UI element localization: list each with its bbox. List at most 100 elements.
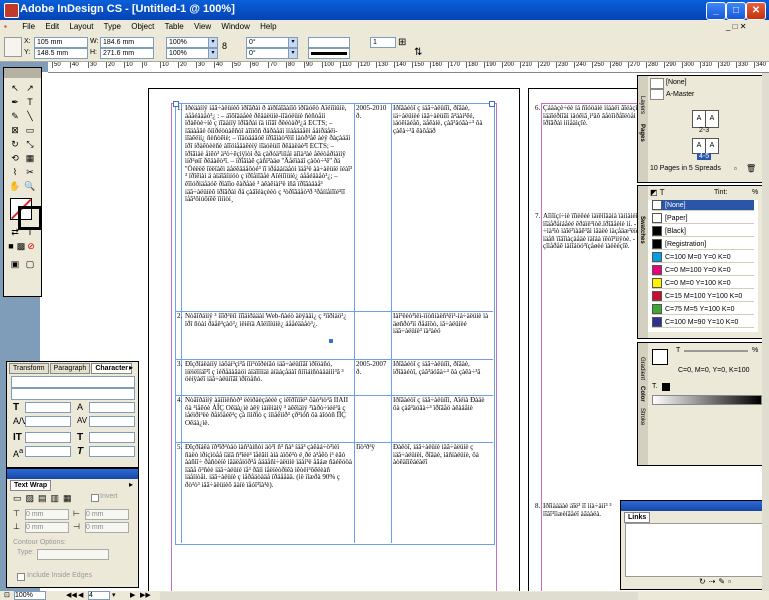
leading-field[interactable]: [89, 402, 135, 413]
doc-window-controls[interactable]: _ □ ✕: [722, 20, 750, 33]
line-tool-icon[interactable]: ╲: [23, 110, 37, 122]
selection-center[interactable]: [329, 339, 333, 343]
page-thumb[interactable]: A: [692, 110, 706, 128]
tab-layers[interactable]: Layers: [639, 96, 645, 114]
table-cell-resp[interactable]: Ïàî³ëèò³ïëì-ïíòñíàëñ³ëì³-ìà÷àëüíè ìà äøñ…: [393, 313, 491, 358]
swap-fill-stroke-icon[interactable]: ⇄: [8, 226, 22, 238]
tab-transform[interactable]: Transform: [9, 363, 49, 374]
rectangle-frame-tool-icon[interactable]: ⊠: [8, 124, 22, 136]
color-sample[interactable]: [662, 383, 670, 391]
eyedropper-tool-icon[interactable]: ⌇: [8, 166, 22, 178]
type-tool-icon[interactable]: T: [23, 96, 37, 108]
table-cell-resp[interactable]: Ïðîâàéòî ç iäâ÷àëüíîì, ðîâàè, iä÷àëüíèé …: [393, 105, 491, 205]
text-wrap-tab[interactable]: Text Wrap: [10, 480, 52, 491]
flip-icon[interactable]: ⇅: [414, 47, 422, 58]
swatch-item[interactable]: [Paper]: [652, 213, 754, 224]
menu-object[interactable]: Object: [127, 20, 158, 33]
scissors-tool-icon[interactable]: ✂: [23, 166, 37, 178]
text-wrap-titlebar[interactable]: [7, 469, 138, 479]
menu-help[interactable]: Help: [256, 20, 280, 33]
a-master-thumb[interactable]: [650, 89, 664, 100]
table-cell-text[interactable]: Ñòâîðåííÿ àäìîíëñòð³ ëèìðåèçåèéè ç iêîðî…: [185, 397, 353, 441]
hand-tool-icon[interactable]: ✋: [8, 180, 22, 192]
contour-type-dropdown[interactable]: [37, 549, 109, 560]
table-cell-year[interactable]: Ïîò³ð³ÿ: [356, 444, 390, 464]
x-field[interactable]: 105 mm: [34, 37, 88, 48]
stroke-weight-field[interactable]: 1: [370, 37, 396, 48]
tint-slider[interactable]: [684, 350, 748, 352]
menu-window[interactable]: Window: [217, 20, 253, 33]
shear-field[interactable]: 0°: [246, 48, 290, 59]
next-page-icon[interactable]: ▶: [130, 591, 135, 600]
scale-y-field[interactable]: 100%: [166, 48, 210, 59]
vertical-scrollbar[interactable]: [762, 73, 769, 591]
selection-tool-icon[interactable]: ↖: [8, 82, 22, 94]
page-thumb[interactable]: A: [705, 110, 719, 128]
color-fill-icon[interactable]: [652, 349, 668, 365]
tab-color[interactable]: Color: [639, 386, 645, 402]
bottom-offset-field[interactable]: 0 mm: [25, 522, 69, 533]
swatch-item[interactable]: C=15 M=100 Y=100 K=0: [652, 291, 754, 302]
baseline-shift-field[interactable]: [25, 446, 71, 457]
maximize-button[interactable]: □: [726, 2, 746, 20]
scale-tool-icon[interactable]: ⤡: [23, 138, 37, 150]
table-cell-text[interactable]: Ðîçðîáëåííÿ ìåõàí³çì³â ìîí³òîðèíãó iäâ÷à…: [185, 361, 353, 394]
panel-menu-icon[interactable]: ▸: [129, 363, 133, 372]
scale-x-field[interactable]: 100%: [166, 37, 210, 48]
zoom-field[interactable]: 100%: [14, 591, 46, 600]
fill-stroke-swatch-icon[interactable]: ◩ T: [650, 188, 665, 197]
doc-icon[interactable]: ▪: [0, 20, 16, 33]
none-master-thumb[interactable]: [650, 78, 664, 89]
table-cell-resp[interactable]: Ïðîâàéòî ç iäâ÷àëüíîì, ðîâàè, ìðîäàéòî, …: [393, 361, 491, 394]
h-field[interactable]: 271.6 mm: [100, 48, 154, 59]
selection-handle[interactable]: [173, 101, 179, 107]
links-tab[interactable]: Links: [624, 512, 651, 523]
swatch-item[interactable]: C=75 M=5 Y=100 K=0: [652, 304, 754, 315]
w-field[interactable]: 184.6 mm: [100, 37, 154, 48]
top-offset-field[interactable]: 0 mm: [25, 509, 69, 520]
left-offset-field[interactable]: 0 mm: [85, 509, 129, 520]
apply-gradient-icon[interactable]: ▩: [16, 240, 26, 252]
swatch-item[interactable]: [Registration]: [652, 239, 754, 250]
color-ramp[interactable]: [652, 395, 762, 405]
right-cell-text[interactable]: Àîìîíçí÷ìè ïîïèêéé ìàïëìîäàìà ïàííàìèì ì…: [543, 213, 649, 493]
tracking-field[interactable]: [89, 416, 135, 427]
normal-view-icon[interactable]: ▣: [8, 258, 22, 270]
page-thumb[interactable]: A: [705, 138, 719, 154]
right-cell-text[interactable]: Ïðîìààäàè äîë³ ïî ìíà÷åíí³ ³ ïîâî³ïìæèíã…: [543, 503, 623, 533]
gradient-tool-icon[interactable]: ▦: [23, 152, 37, 164]
swatch-item[interactable]: C=0 M=0 Y=100 K=0: [652, 278, 754, 289]
swatch-item[interactable]: C=100 M=90 Y=10 K=0: [652, 317, 754, 328]
formatting-text-icon[interactable]: T: [23, 226, 37, 238]
links-actions-icons[interactable]: ↻⇢✎▫: [699, 577, 734, 586]
prev-page-icon[interactable]: ◀: [78, 591, 83, 600]
y-field[interactable]: 148.5 mm: [34, 48, 88, 59]
swatch-item[interactable]: [Black]: [652, 226, 754, 237]
direct-selection-tool-icon[interactable]: ↗: [23, 82, 37, 94]
tab-stroke[interactable]: Stroke: [639, 408, 645, 425]
new-page-icon[interactable]: ▫: [734, 164, 737, 173]
delete-page-icon[interactable]: 🗑: [746, 164, 756, 173]
scale-y-dropdown[interactable]: ▾: [208, 48, 218, 59]
links-titlebar[interactable]: [621, 501, 766, 511]
toolbox-header[interactable]: [4, 68, 41, 78]
page-field[interactable]: 4: [88, 591, 110, 600]
pen-tool-icon[interactable]: ✒: [8, 96, 22, 108]
kerning-field[interactable]: [25, 416, 71, 427]
table-cell-resp[interactable]: Ðàêòî, iäâ÷àëüíè iäâ÷àëüíè ç iäâ÷àëüíèì,…: [393, 444, 491, 504]
pencil-tool-icon[interactable]: ✎: [8, 110, 22, 122]
vertical-scale-field[interactable]: [25, 432, 71, 443]
apply-color-icon[interactable]: ■: [6, 240, 16, 252]
reference-point-icon[interactable]: [4, 37, 22, 57]
wrap-options-icons[interactable]: ▭▨▤▥▦: [13, 493, 76, 504]
close-button[interactable]: ✕: [746, 2, 766, 20]
rotate-tool-icon[interactable]: ↻: [8, 138, 22, 150]
page-4[interactable]: 1. Ïðèäáííÿ iäâ÷àëüíèõ ïðîãðàì ð àïðîáîâ…: [148, 88, 520, 591]
zoom-tool-icon[interactable]: 🔍: [23, 180, 37, 192]
page-thumb[interactable]: A: [692, 138, 706, 154]
rotate-field[interactable]: 0°: [246, 37, 290, 48]
font-family-dropdown[interactable]: [11, 376, 135, 388]
tab-paragraph[interactable]: Paragraph: [49, 363, 91, 374]
swatch-item[interactable]: C=100 M=0 Y=0 K=0: [652, 252, 754, 263]
scale-x-dropdown[interactable]: ▾: [208, 37, 218, 48]
